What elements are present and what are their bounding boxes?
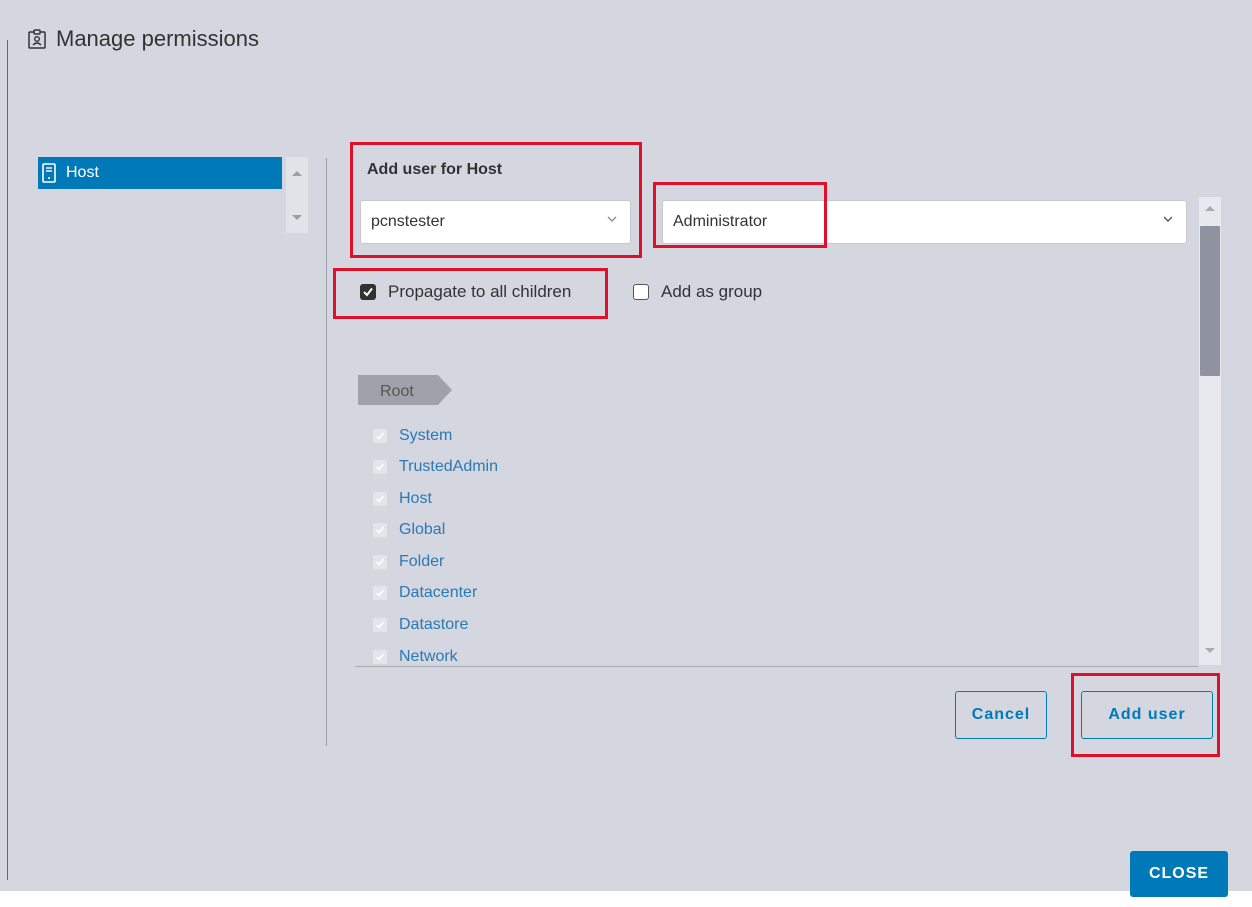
user-select-value: pcnstester xyxy=(371,213,445,230)
privilege-label: Global xyxy=(399,521,446,538)
privilege-checkbox xyxy=(373,429,387,443)
checkmark-icon xyxy=(375,653,385,661)
tree-scrollbar[interactable] xyxy=(286,157,308,233)
privilege-item: Datastore xyxy=(373,616,468,634)
close-button[interactable]: CLOSE xyxy=(1130,851,1228,897)
privilege-checkbox xyxy=(373,555,387,569)
propagate-checkbox[interactable] xyxy=(360,284,376,300)
tree-item-label: Host xyxy=(66,164,99,181)
privilege-checkbox xyxy=(373,460,387,474)
dialog-title: Manage permissions xyxy=(28,26,259,52)
checkmark-icon xyxy=(375,495,385,503)
add-user-button[interactable]: Add user xyxy=(1081,691,1213,739)
privilege-item: Folder xyxy=(373,553,444,571)
cancel-button[interactable]: Cancel xyxy=(955,691,1047,739)
checkmark-icon xyxy=(375,463,385,471)
checkmark-icon xyxy=(375,621,385,629)
chevron-down-icon xyxy=(1163,216,1173,222)
tree-item-host[interactable]: Host xyxy=(38,157,282,189)
add-as-group-checkbox[interactable] xyxy=(633,284,649,300)
scroll-down-icon[interactable] xyxy=(1205,648,1215,653)
checkmark-icon xyxy=(363,287,373,297)
privilege-label: Network xyxy=(399,648,458,665)
privilege-item: Global xyxy=(373,521,445,539)
frame-edge xyxy=(7,40,8,880)
privileges-scrollbar[interactable] xyxy=(1199,197,1221,665)
privilege-checkbox xyxy=(373,650,387,664)
role-select-value: Administrator xyxy=(673,213,768,230)
bottom-edge xyxy=(0,891,1252,907)
privilege-label: Folder xyxy=(399,553,445,570)
privilege-item: TrustedAdmin xyxy=(373,458,498,476)
dialog-title-text: Manage permissions xyxy=(56,26,259,51)
scroll-down-icon[interactable] xyxy=(292,215,302,220)
propagate-checkbox-row[interactable]: Propagate to all children xyxy=(360,282,571,302)
privilege-label: Host xyxy=(399,490,432,507)
host-server-icon xyxy=(42,163,56,183)
checkmark-icon xyxy=(375,432,385,440)
privilege-label: Datastore xyxy=(399,616,469,633)
privilege-item: Datacenter xyxy=(373,584,477,602)
privileges-list: Root System TrustedAdmin Host Global Fol… xyxy=(355,370,1198,666)
privilege-checkbox xyxy=(373,618,387,632)
pane-divider xyxy=(326,158,327,746)
root-breadcrumb[interactable]: Root xyxy=(380,383,414,401)
privilege-item: System xyxy=(373,427,452,445)
privilege-item: Host xyxy=(373,490,432,508)
privilege-item: Network xyxy=(373,648,458,666)
privilege-checkbox xyxy=(373,523,387,537)
privilege-checkbox xyxy=(373,492,387,506)
privilege-label: System xyxy=(399,427,453,444)
user-select[interactable]: pcnstester xyxy=(360,200,631,244)
checkmark-icon xyxy=(375,589,385,597)
scroll-up-icon[interactable] xyxy=(292,171,302,176)
privilege-label: Datacenter xyxy=(399,584,478,601)
privilege-label: TrustedAdmin xyxy=(399,458,498,475)
section-label: Add user for Host xyxy=(367,161,503,178)
list-bottom-border xyxy=(355,666,1198,667)
chevron-down-icon xyxy=(607,216,617,222)
role-select[interactable]: Administrator xyxy=(662,200,1187,244)
permissions-icon xyxy=(28,29,46,49)
add-as-group-label: Add as group xyxy=(661,282,763,301)
scroll-up-icon[interactable] xyxy=(1205,206,1215,211)
privilege-checkbox xyxy=(373,586,387,600)
scrollbar-thumb[interactable] xyxy=(1200,226,1220,376)
checkmark-icon xyxy=(375,526,385,534)
checkmark-icon xyxy=(375,558,385,566)
add-as-group-row[interactable]: Add as group xyxy=(633,282,762,302)
propagate-label: Propagate to all children xyxy=(388,282,572,301)
